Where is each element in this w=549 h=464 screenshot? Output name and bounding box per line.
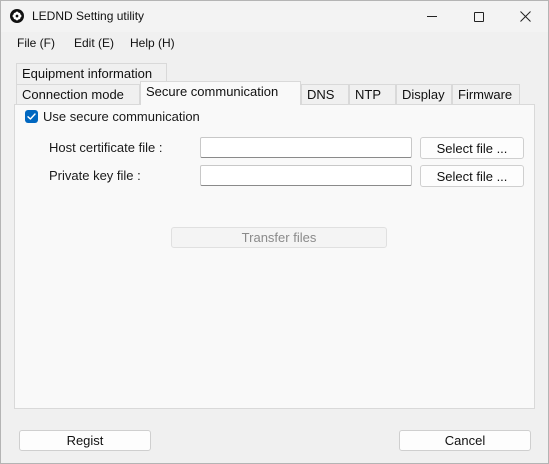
select-private-key-button-label: Select file ... <box>436 168 508 184</box>
select-private-key-button[interactable]: Select file ... <box>420 165 524 187</box>
maximize-icon <box>474 11 484 22</box>
tab-firmware[interactable]: Firmware <box>452 84 520 105</box>
menu-edit[interactable]: Edit (E) <box>74 36 114 50</box>
private-key-label: Private key file : <box>49 168 141 183</box>
transfer-files-button[interactable]: Transfer files <box>171 227 387 248</box>
menu-bar: File (F) Edit (E) Help (H) <box>1 32 548 56</box>
tab-ntp[interactable]: NTP <box>349 84 396 105</box>
checkmark-icon <box>27 113 36 120</box>
tab-dns[interactable]: DNS <box>301 84 349 105</box>
select-host-certificate-button[interactable]: Select file ... <box>420 137 524 159</box>
cancel-button[interactable]: Cancel <box>399 430 531 451</box>
private-key-input[interactable] <box>200 165 412 186</box>
app-window: LEDND Setting utility File (F) Edit (E) … <box>0 0 549 464</box>
window-title: LEDND Setting utility <box>32 9 145 23</box>
host-certificate-input[interactable] <box>200 137 412 158</box>
regist-button[interactable]: Regist <box>19 430 151 451</box>
close-button[interactable] <box>502 1 548 32</box>
cancel-button-label: Cancel <box>444 433 486 448</box>
use-secure-communication-checkbox[interactable] <box>25 110 38 123</box>
tab-display[interactable]: Display <box>396 84 452 105</box>
menu-file[interactable]: File (F) <box>17 36 55 50</box>
host-certificate-label: Host certificate file : <box>49 140 163 155</box>
tab-secure-communication[interactable]: Secure communication <box>140 81 301 105</box>
regist-button-label: Regist <box>66 433 104 448</box>
tab-connection-mode[interactable]: Connection mode <box>16 84 140 105</box>
minimize-button[interactable] <box>409 1 455 32</box>
maximize-button[interactable] <box>456 1 502 32</box>
close-icon <box>519 11 531 22</box>
transfer-files-button-label: Transfer files <box>241 230 317 245</box>
minimize-icon <box>427 16 437 17</box>
use-secure-communication-label: Use secure communication <box>43 109 200 124</box>
app-logo-icon <box>10 9 24 23</box>
menu-help[interactable]: Help (H) <box>130 36 175 50</box>
title-bar[interactable]: LEDND Setting utility <box>1 1 548 32</box>
select-host-certificate-button-label: Select file ... <box>436 140 508 156</box>
